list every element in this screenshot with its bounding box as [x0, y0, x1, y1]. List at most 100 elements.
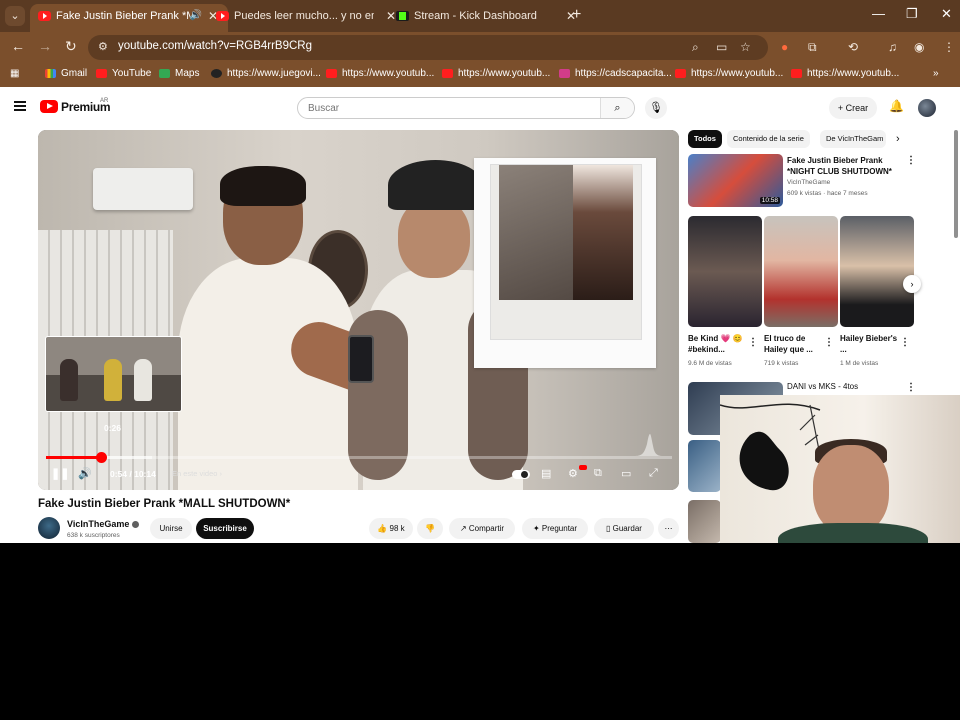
- short-title[interactable]: Be Kind 💗 😊 #bekind...: [688, 333, 746, 355]
- bookmark-youtube-link[interactable]: https://www.youtub...: [442, 68, 550, 79]
- more-options-icon[interactable]: ⋮: [906, 382, 916, 393]
- tab-youtube-video[interactable]: Fake Justin Bieber Prank *M 🔊 ✕: [30, 4, 228, 32]
- youtube-logo-icon[interactable]: [40, 100, 58, 113]
- progress-bar[interactable]: [46, 452, 672, 463]
- short-title[interactable]: Hailey Bieber's ...: [840, 333, 898, 355]
- bookmark-label: https://www.youtub...: [458, 68, 551, 79]
- bookmark-gmail[interactable]: Gmail: [45, 68, 87, 79]
- recommended-channel[interactable]: VicInTheGame: [787, 179, 830, 186]
- tab-puedes-leer[interactable]: Puedes leer mucho... y no ente ✕: [208, 4, 406, 32]
- bookmark-label: Maps: [175, 68, 200, 79]
- bookmark-youtube[interactable]: YouTube: [96, 68, 151, 79]
- reload-icon[interactable]: ↻: [65, 38, 77, 55]
- chip-series[interactable]: Contenido de la serie: [727, 130, 810, 148]
- address-bar[interactable]: ⚙ youtube.com/watch?v=RGB4rrB9CRg ⌕ ▭ ☆: [88, 35, 768, 60]
- bookmark-youtube-link[interactable]: https://www.youtub...: [326, 68, 434, 79]
- extensions-puzzle-icon[interactable]: ⧉: [808, 40, 817, 55]
- join-button[interactable]: Unirse: [150, 518, 192, 539]
- short-views: 719 k vistas: [764, 360, 799, 367]
- chips-next-chevron-icon[interactable]: ›: [896, 133, 900, 145]
- ask-button[interactable]: ✦ Preguntar: [522, 518, 588, 539]
- chip-all[interactable]: Todos: [688, 130, 722, 148]
- pause-icon[interactable]: ❚❚: [51, 467, 69, 480]
- more-options-icon[interactable]: ⋮: [748, 337, 758, 348]
- progress-fill: [46, 456, 102, 459]
- wall-art-drawing: [720, 403, 821, 491]
- more-options-icon[interactable]: ⋮: [824, 337, 834, 348]
- search-button[interactable]: ⌕: [600, 98, 634, 118]
- subscribe-button[interactable]: Suscribirse: [196, 518, 254, 539]
- more-options-icon[interactable]: ⋮: [900, 337, 910, 348]
- video-player[interactable]: 0:26 ❚❚ 🔊 0:54 / 10:14 En este video › ▤…: [38, 130, 679, 490]
- history-icon[interactable]: ⟲: [848, 40, 858, 54]
- forward-arrow-icon[interactable]: →: [38, 38, 52, 54]
- share-button[interactable]: ↗ Compartir: [449, 518, 515, 539]
- cast-icon[interactable]: ▭: [716, 40, 727, 54]
- tab-kick-dashboard[interactable]: Stream - Kick Dashboard ✕: [388, 4, 586, 32]
- hamburger-menu-icon[interactable]: [14, 101, 26, 111]
- new-tab-plus-icon[interactable]: +: [572, 6, 581, 24]
- screen: ⌄ Fake Justin Bieber Prank *M 🔊 ✕ Puedes…: [0, 0, 960, 543]
- save-button[interactable]: ▯ Guardar: [594, 518, 654, 539]
- maximize-icon[interactable]: ❐: [906, 6, 918, 22]
- video-title: Fake Justin Bieber Prank *MALL SHUTDOWN*: [38, 498, 291, 510]
- bookmark-star-icon[interactable]: ☆: [740, 40, 751, 54]
- recommended-thumbnail[interactable]: [688, 440, 721, 492]
- bookmark-cadscapacita[interactable]: https://cadscapacita...: [559, 68, 672, 79]
- bookmark-juegovi[interactable]: https://www.juegovi...: [211, 68, 321, 79]
- page-scrollbar[interactable]: [954, 130, 958, 238]
- short-title[interactable]: El truco de Hailey que ...: [764, 333, 822, 355]
- bookmark-youtube-link[interactable]: https://www.youtub...: [791, 68, 899, 79]
- chip-channel[interactable]: De VicInTheGam: [820, 130, 886, 148]
- recommended-title[interactable]: DANI vs MKS - 4tos: [787, 382, 858, 391]
- chapter-chip[interactable]: En este video ›: [172, 469, 222, 478]
- settings-gear-icon[interactable]: ⚙: [568, 467, 578, 480]
- time-display: 0:54 / 10:14: [110, 469, 156, 479]
- like-button[interactable]: 👍 98 k: [369, 518, 413, 539]
- browser-menu-icon[interactable]: ⋮: [943, 40, 955, 54]
- dislike-button[interactable]: 👎: [417, 518, 443, 539]
- recommended-thumbnail[interactable]: [688, 500, 721, 543]
- voice-search-mic-icon[interactable]: 🎙: [645, 97, 667, 119]
- short-thumbnail[interactable]: [840, 216, 914, 327]
- channel-avatar[interactable]: [38, 517, 60, 539]
- channel-name[interactable]: VicInTheGame: [67, 519, 140, 529]
- more-bookmarks-chevron-icon[interactable]: »: [933, 68, 939, 79]
- cast-icon[interactable]: ▭: [621, 467, 631, 480]
- volume-icon[interactable]: 🔊: [78, 467, 92, 480]
- recommended-meta: 609 k vistas · hace 7 meses: [787, 190, 868, 197]
- more-options-icon[interactable]: ⋮: [906, 155, 916, 166]
- recommended-title[interactable]: Fake Justin Bieber Prank *NIGHT CLUB SHU…: [787, 155, 902, 177]
- recommended-thumbnail[interactable]: 10:58: [688, 154, 783, 207]
- notifications-bell-icon[interactable]: 🔔: [889, 99, 904, 113]
- create-label: Crear: [845, 103, 869, 113]
- apps-grid-icon[interactable]: ▦: [10, 68, 19, 79]
- profile-avatar-icon[interactable]: ◉: [914, 40, 924, 54]
- extension-fox-icon[interactable]: ●: [781, 40, 788, 54]
- short-thumbnail[interactable]: [764, 216, 838, 327]
- close-window-icon[interactable]: ✕: [941, 6, 952, 22]
- user-avatar[interactable]: [918, 99, 936, 117]
- autoplay-toggle[interactable]: [512, 470, 530, 479]
- zoom-search-icon[interactable]: ⌕: [692, 40, 699, 55]
- progress-scrubber[interactable]: [96, 452, 108, 463]
- tab-search-button[interactable]: ⌄: [5, 6, 25, 26]
- fullscreen-icon[interactable]: ⤢: [649, 467, 658, 480]
- bookmark-maps[interactable]: Maps: [159, 68, 199, 79]
- bookmark-label: https://cadscapacita...: [575, 68, 672, 79]
- miniplayer-icon[interactable]: ⧉: [594, 467, 602, 480]
- media-control-icon[interactable]: ♫: [888, 40, 897, 54]
- subtitles-icon[interactable]: ▤: [541, 467, 551, 480]
- create-button[interactable]: + Crear: [829, 97, 877, 119]
- search-input[interactable]: [308, 101, 588, 116]
- site-settings-icon[interactable]: ⚙: [98, 40, 108, 53]
- more-actions-icon[interactable]: ⋯: [658, 518, 679, 539]
- maps-icon: [159, 69, 170, 78]
- bookmark-youtube-link[interactable]: https://www.youtub...: [675, 68, 783, 79]
- back-arrow-icon[interactable]: ←: [11, 38, 25, 54]
- shorts-next-chevron-icon[interactable]: ›: [903, 275, 921, 293]
- tab-title: Stream - Kick Dashboard: [414, 10, 537, 22]
- short-thumbnail[interactable]: [688, 216, 762, 327]
- preview-person: [134, 359, 152, 401]
- minimize-icon[interactable]: —: [872, 6, 885, 21]
